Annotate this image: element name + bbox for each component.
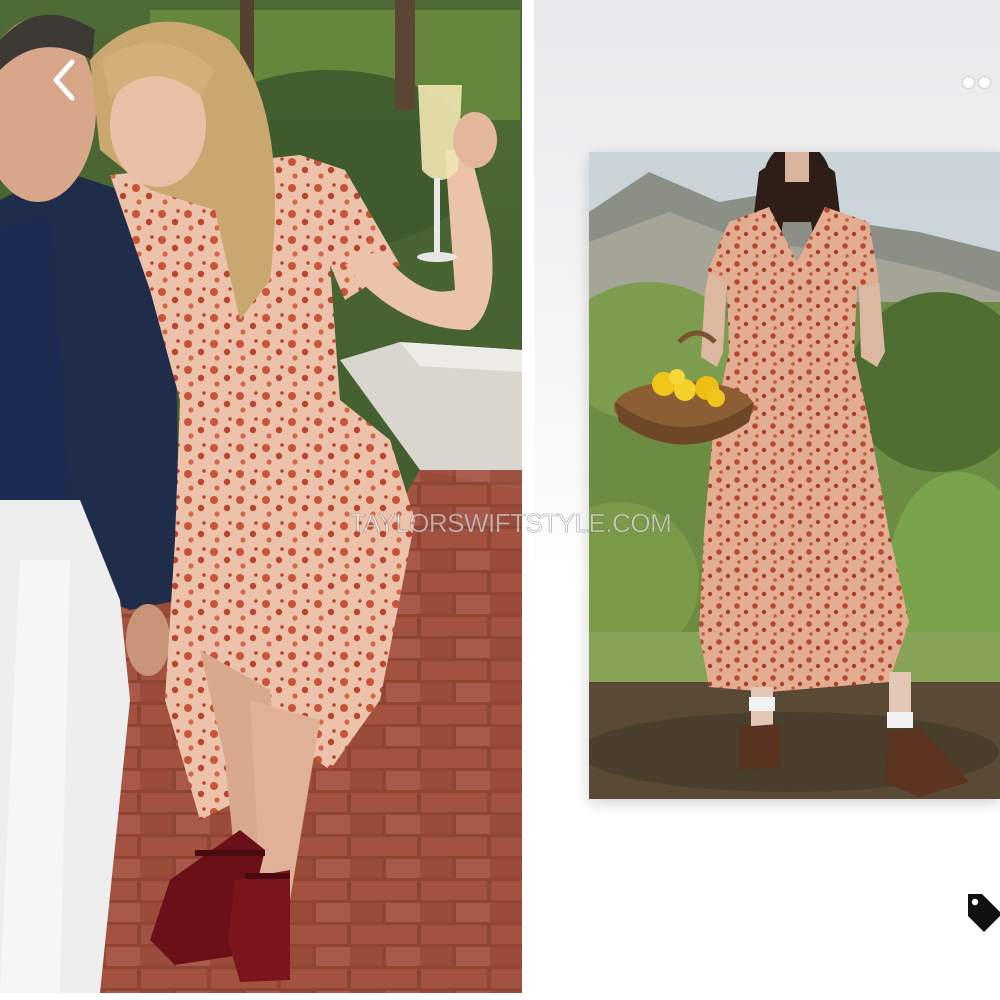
panel-divider <box>522 0 534 1000</box>
photo-bottom-edge <box>0 993 522 1000</box>
image-viewer: TAYLORSWIFTSTYLE.COM <box>0 0 1000 1000</box>
back-button[interactable] <box>36 52 92 108</box>
outfit-photo <box>0 0 522 993</box>
more-dots-icon <box>978 76 990 88</box>
price-tag-icon <box>968 894 1000 932</box>
product-tag-button[interactable] <box>962 886 1000 936</box>
product-photo <box>589 152 1000 799</box>
chevron-left-icon <box>53 59 75 101</box>
outfit-photo-illustration <box>0 0 522 993</box>
more-options-button[interactable] <box>952 64 1000 100</box>
product-photo-illustration <box>589 152 1000 799</box>
more-dots-icon <box>962 76 974 88</box>
